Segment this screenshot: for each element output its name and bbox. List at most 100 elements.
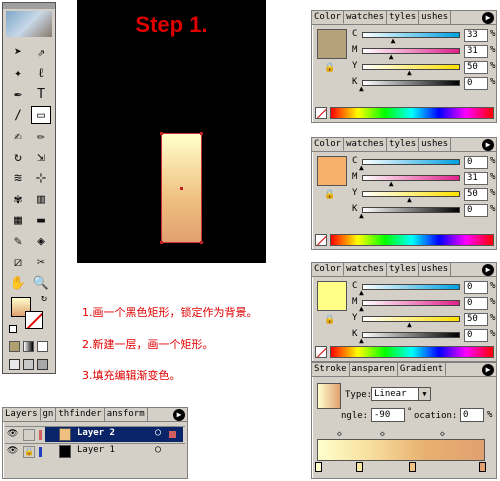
hand-tool-icon[interactable]: ✋ <box>8 274 28 292</box>
artboard-black-background[interactable]: Step 1. <box>77 0 266 263</box>
chevron-down-icon[interactable]: ▼ <box>418 388 430 400</box>
panel-menu-icon[interactable]: ▶ <box>482 364 494 376</box>
color-stop-3[interactable] <box>409 462 416 472</box>
selection-indicator[interactable] <box>169 431 176 438</box>
lock-icon[interactable]: 🔒 <box>324 63 335 73</box>
c-slider[interactable] <box>362 284 460 290</box>
color-spectrum-bar[interactable] <box>330 107 494 119</box>
m-value-input[interactable]: 31 <box>464 45 488 58</box>
slider-thumb-icon[interactable]: ▲ <box>407 69 412 77</box>
tab-styles[interactable]: tyles <box>387 11 420 24</box>
blend-tool-icon[interactable]: ◈ <box>31 232 51 250</box>
tab-brushes[interactable]: ushes <box>419 11 452 24</box>
location-input[interactable]: 0 <box>460 408 484 422</box>
midpoint-diamond-3[interactable]: ◇ <box>440 429 445 438</box>
k-value-input[interactable]: 0 <box>464 329 488 342</box>
target-circle-icon[interactable]: ○ <box>155 427 161 438</box>
k-value-input[interactable]: 0 <box>464 204 488 217</box>
m-slider[interactable] <box>362 48 460 54</box>
k-slider[interactable] <box>362 207 460 213</box>
y-value-input[interactable]: 50 <box>464 61 488 74</box>
symbol-sprayer-tool-icon[interactable]: ✾ <box>8 190 28 208</box>
tab-swatches[interactable]: watches <box>344 138 388 151</box>
tab-color[interactable]: Color <box>312 138 345 151</box>
scissors-tool-icon[interactable]: ✂ <box>31 253 51 271</box>
slider-thumb-icon[interactable]: ▲ <box>389 180 394 188</box>
slider-thumb-icon[interactable]: ▲ <box>391 37 396 45</box>
eyedropper-tool-icon[interactable]: ✎ <box>8 232 28 250</box>
c-slider[interactable] <box>362 32 460 38</box>
k-value-input[interactable]: 0 <box>464 77 488 90</box>
gradient-preview-swatch[interactable] <box>317 383 341 409</box>
paintbrush-tool-icon[interactable]: ✍ <box>8 127 28 145</box>
tab-stroke[interactable]: Stroke <box>312 363 350 376</box>
free-transform-tool-icon[interactable]: ⊹ <box>31 169 51 187</box>
eye-visibility-icon[interactable]: 👁 <box>7 446 18 456</box>
magic-wand-tool-icon[interactable]: ✦ <box>8 64 28 82</box>
m-slider[interactable] <box>362 175 460 181</box>
angle-input[interactable]: -90 <box>371 408 405 422</box>
layer-name-area[interactable]: Layer 2 ○ <box>45 427 183 442</box>
m-slider[interactable] <box>362 300 460 306</box>
midpoint-diamond-2[interactable]: ◇ <box>380 429 385 438</box>
slider-thumb-icon[interactable]: ▲ <box>359 164 364 172</box>
k-slider[interactable] <box>362 80 460 86</box>
gradient-slider-bar[interactable] <box>317 439 485 461</box>
gradient-rectangle[interactable] <box>160 132 203 244</box>
app-logo[interactable] <box>6 11 52 37</box>
none-color-icon[interactable] <box>315 234 327 246</box>
zoom-tool-icon[interactable]: 🔍 <box>31 274 51 292</box>
slider-thumb-icon[interactable]: ▲ <box>359 337 364 345</box>
target-circle-icon[interactable]: ○ <box>155 444 161 455</box>
color-stop-1[interactable] <box>315 462 322 472</box>
direct-selection-tool-icon[interactable]: ⇗ <box>31 43 51 61</box>
eye-visibility-icon[interactable]: 👁 <box>7 429 18 439</box>
lock-toggle-icon[interactable] <box>23 429 35 441</box>
rectangle-tool-icon[interactable]: ▭ <box>31 106 51 124</box>
y-value-input[interactable]: 50 <box>464 188 488 201</box>
default-colors-icon[interactable] <box>9 325 17 333</box>
tab-transform[interactable]: ansform <box>105 408 148 421</box>
color-spectrum-bar[interactable] <box>330 234 494 246</box>
slider-thumb-icon[interactable]: ▲ <box>389 53 394 61</box>
lock-toggle-icon[interactable]: 🔒 <box>23 446 35 458</box>
pencil-tool-icon[interactable]: ✏ <box>31 127 51 145</box>
slice-tool-icon[interactable]: ⧄ <box>8 253 28 271</box>
selection-tool-icon[interactable]: ➤ <box>8 43 28 61</box>
gradient-mode-button[interactable] <box>23 341 34 352</box>
layer-row[interactable]: 👁 Layer 2 ○ <box>5 426 185 442</box>
color-stop-2[interactable] <box>356 462 363 472</box>
panel-menu-icon[interactable]: ▶ <box>482 139 494 151</box>
slider-thumb-icon[interactable]: ▲ <box>359 289 364 297</box>
slider-thumb-icon[interactable]: ▲ <box>407 196 412 204</box>
tab-styles[interactable]: tyles <box>387 263 420 276</box>
c-value-input[interactable]: 0 <box>464 156 488 169</box>
panel-menu-icon[interactable]: ▶ <box>482 264 494 276</box>
slider-thumb-icon[interactable]: ▲ <box>359 85 364 93</box>
gradient-type-select[interactable]: Linear ▼ <box>371 387 431 401</box>
tab-color[interactable]: Color <box>312 263 345 276</box>
screen-mode-normal-button[interactable] <box>9 359 20 370</box>
tab-swatches[interactable]: watches <box>344 11 388 24</box>
screen-mode-full-button[interactable] <box>37 359 48 370</box>
c-slider[interactable] <box>362 159 460 165</box>
layer-name-area[interactable]: Layer 1 ○ <box>45 444 183 459</box>
gradient-tool-icon[interactable]: ▬ <box>31 211 51 229</box>
lock-icon[interactable]: 🔒 <box>324 190 335 200</box>
toolbox-title-bar[interactable] <box>3 3 55 9</box>
panel-menu-icon[interactable]: ▶ <box>482 12 494 24</box>
tab-styles[interactable]: tyles <box>387 138 420 151</box>
none-color-icon[interactable] <box>315 107 327 119</box>
line-tool-icon[interactable]: ∕ <box>8 106 28 124</box>
mesh-tool-icon[interactable]: ▦ <box>8 211 28 229</box>
m-value-input[interactable]: 31 <box>464 172 488 185</box>
graph-tool-icon[interactable]: ▥ <box>31 190 51 208</box>
none-mode-button[interactable] <box>37 341 48 352</box>
current-color-swatch[interactable] <box>317 156 347 186</box>
k-slider[interactable] <box>362 332 460 338</box>
screen-mode-menu-button[interactable] <box>23 359 34 370</box>
tab-layers[interactable]: Layers <box>3 408 41 421</box>
tab-transparency[interactable]: ansparen <box>350 363 398 376</box>
c-value-input[interactable]: 0 <box>464 281 488 294</box>
none-color-icon[interactable] <box>315 346 327 358</box>
